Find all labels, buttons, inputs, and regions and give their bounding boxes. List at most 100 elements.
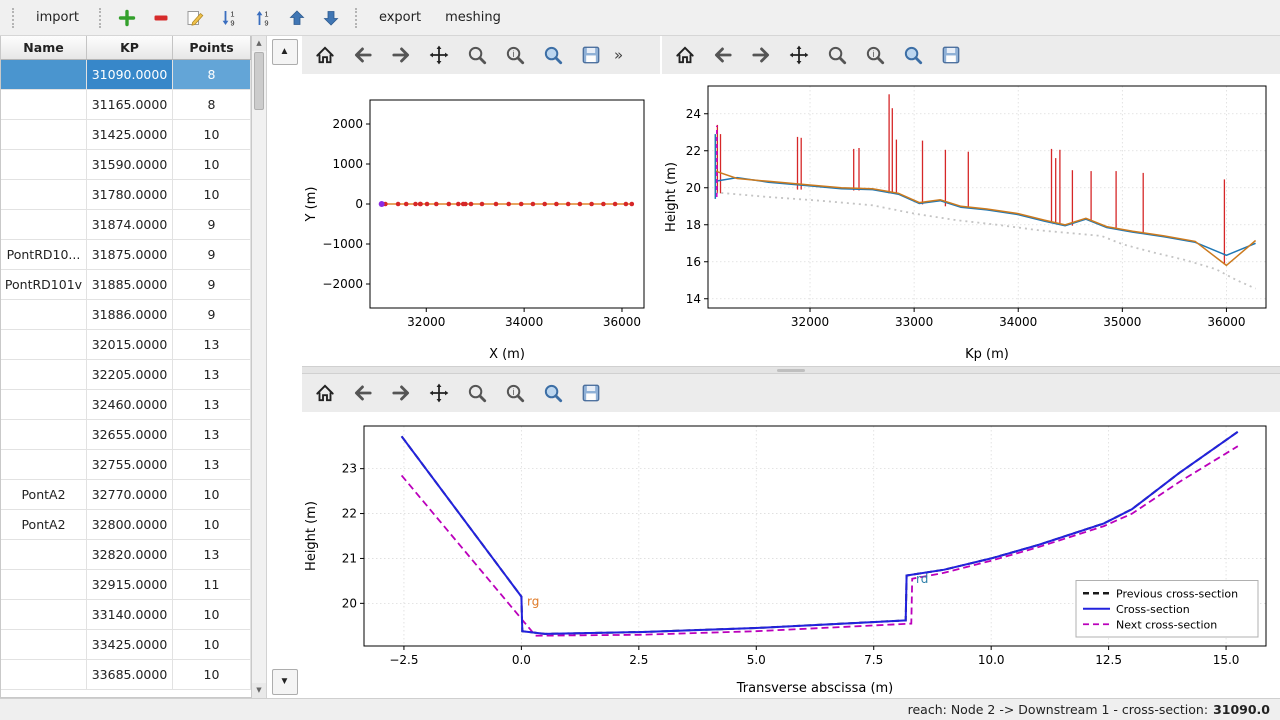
move-down-button[interactable] [317, 4, 345, 32]
edit-button[interactable] [181, 4, 209, 32]
zoom-button[interactable] [458, 39, 496, 71]
svg-text:Kp (m): Kp (m) [965, 347, 1009, 362]
toolbar-overflow-chevron[interactable]: » [614, 46, 623, 64]
column-header-kp[interactable]: KP [87, 36, 173, 59]
horizontal-splitter[interactable] [302, 366, 1280, 374]
sort-desc-button[interactable]: 19 [215, 4, 243, 32]
forward-button[interactable] [382, 377, 420, 409]
table-row[interactable]: 31874.00009 [1, 210, 251, 240]
table-row[interactable]: PontA232770.000010 [1, 480, 251, 510]
table-row[interactable]: 32205.000013 [1, 360, 251, 390]
table-row[interactable]: 32655.000013 [1, 420, 251, 450]
svg-text:14: 14 [686, 292, 701, 306]
zoom-area-button[interactable] [534, 377, 572, 409]
longitudinal-profile-panel: i 3200033000340003500036000141618202224K… [662, 36, 1280, 366]
table-row[interactable]: 31590.000010 [1, 150, 251, 180]
table-row[interactable]: 31425.000010 [1, 120, 251, 150]
move-up-button[interactable] [283, 4, 311, 32]
svg-text:16: 16 [686, 255, 701, 269]
cell-points: 13 [173, 360, 251, 389]
move-section-up-button[interactable]: ▲ [272, 39, 298, 65]
svg-text:Transverse abscissa (m): Transverse abscissa (m) [736, 681, 894, 696]
table-row[interactable]: 33425.000010 [1, 630, 251, 660]
back-button[interactable] [344, 377, 382, 409]
svg-text:Previous cross-section: Previous cross-section [1116, 587, 1238, 600]
cell-points: 13 [173, 540, 251, 569]
zoom-info-button[interactable]: i [496, 377, 534, 409]
column-header-name[interactable]: Name [1, 36, 87, 59]
remove-button[interactable] [147, 4, 175, 32]
table-row[interactable]: PontRD10...31875.00009 [1, 240, 251, 270]
save-button[interactable] [932, 39, 970, 71]
pan-button[interactable] [420, 377, 458, 409]
svg-text:2.5: 2.5 [629, 653, 648, 667]
table-row[interactable]: 31090.00008 [1, 60, 251, 90]
table-row[interactable]: 32915.000011 [1, 570, 251, 600]
zoom-area-button[interactable] [894, 39, 932, 71]
pan-icon [428, 44, 450, 66]
home-button[interactable] [306, 39, 344, 71]
chart-legend: Previous cross-sectionCross-sectionNext … [1076, 581, 1258, 638]
table-row[interactable]: 32820.000013 [1, 540, 251, 570]
scrollbar-thumb[interactable] [254, 52, 264, 110]
svg-text:1: 1 [264, 9, 268, 18]
back-button[interactable] [704, 39, 742, 71]
table-row[interactable]: 32460.000013 [1, 390, 251, 420]
cross-section-chart[interactable]: −2.50.02.55.07.510.012.515.020212223Tran… [302, 412, 1280, 698]
pan-button[interactable] [780, 39, 818, 71]
export-button[interactable]: export [369, 5, 431, 30]
svg-text:9: 9 [230, 18, 234, 27]
home-button[interactable] [666, 39, 704, 71]
svg-text:15.0: 15.0 [1213, 653, 1240, 667]
sort-asc-button[interactable]: 19 [249, 4, 277, 32]
toolbar-icon-group: 1919 [113, 4, 345, 32]
move-section-down-button[interactable]: ▼ [272, 669, 298, 695]
cell-name [1, 450, 87, 479]
cross-section-svg[interactable]: −2.50.02.55.07.510.012.515.020212223Tran… [302, 412, 1280, 698]
column-header-points[interactable]: Points [173, 36, 251, 59]
add-button[interactable] [113, 4, 141, 32]
table-row[interactable]: 31165.00008 [1, 90, 251, 120]
back-button[interactable] [344, 39, 382, 71]
zoom-info-icon: i [504, 382, 526, 404]
longitudinal-profile-svg[interactable]: 3200033000340003500036000141618202224Kp … [662, 74, 1280, 364]
table-row[interactable]: 31886.00009 [1, 300, 251, 330]
save-button[interactable] [572, 39, 610, 71]
toolbar-grip[interactable] [355, 8, 359, 28]
zoom-button[interactable] [818, 39, 856, 71]
scroll-up-button[interactable]: ▲ [252, 36, 266, 51]
zoom-button[interactable] [458, 377, 496, 409]
status-text: reach: Node 2 -> Downstream 1 - cross-se… [908, 702, 1208, 717]
table-row[interactable]: 33685.000010 [1, 660, 251, 690]
status-bar: reach: Node 2 -> Downstream 1 - cross-se… [0, 698, 1280, 720]
application-window: import 1919 export meshing Name KP Point… [0, 0, 1280, 720]
toolbar-grip[interactable] [99, 8, 103, 28]
longitudinal-profile-chart[interactable]: 3200033000340003500036000141618202224Kp … [662, 74, 1280, 364]
cell-points: 13 [173, 330, 251, 359]
forward-button[interactable] [382, 39, 420, 71]
forward-button[interactable] [742, 39, 780, 71]
zoom-info-button[interactable]: i [856, 39, 894, 71]
table-row[interactable]: 31780.000010 [1, 180, 251, 210]
table-row[interactable]: 32015.000013 [1, 330, 251, 360]
save-button[interactable] [572, 377, 610, 409]
plan-view-chart[interactable]: 320003400036000−2000−1000010002000X (m)Y… [302, 74, 660, 364]
cross-section-table-body: 31090.0000831165.0000831425.00001031590.… [1, 60, 251, 690]
table-row[interactable]: PontA232800.000010 [1, 510, 251, 540]
zoom-area-button[interactable] [534, 39, 572, 71]
home-button[interactable] [306, 377, 344, 409]
table-row[interactable]: 33140.000010 [1, 600, 251, 630]
pan-button[interactable] [420, 39, 458, 71]
plan-view-svg[interactable]: 320003400036000−2000−1000010002000X (m)Y… [302, 74, 660, 364]
svg-text:1000: 1000 [332, 157, 363, 171]
meshing-button[interactable]: meshing [435, 5, 511, 30]
table-scrollbar[interactable]: ▲ ▼ [252, 36, 267, 698]
zoom-info-button[interactable]: i [496, 39, 534, 71]
table-row[interactable]: 32755.000013 [1, 450, 251, 480]
svg-text:0: 0 [355, 197, 363, 211]
move-up-icon [287, 8, 307, 28]
toolbar-grip[interactable] [12, 8, 16, 28]
scroll-down-button[interactable]: ▼ [252, 683, 266, 698]
import-button[interactable]: import [26, 5, 89, 30]
table-row[interactable]: PontRD101v31885.00009 [1, 270, 251, 300]
